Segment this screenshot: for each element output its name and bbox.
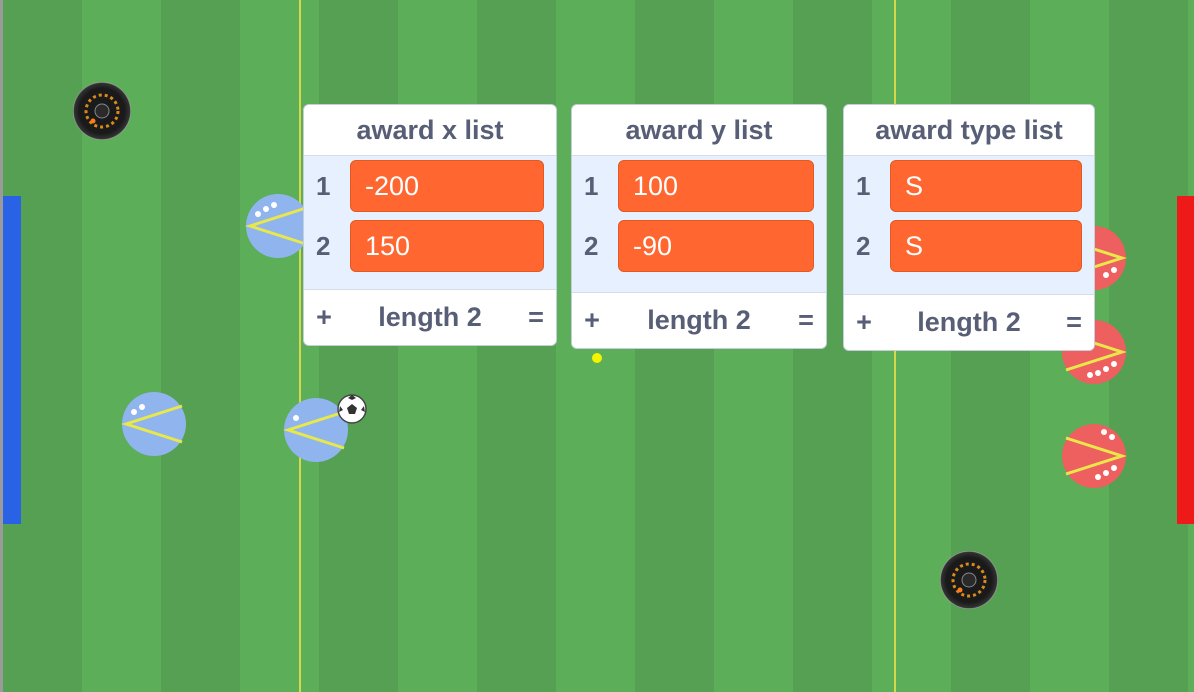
resize-handle[interactable]: = xyxy=(524,302,548,333)
list-item: 2 150 xyxy=(304,216,556,276)
list-item: 1 -200 xyxy=(304,156,556,216)
blue-player[interactable] xyxy=(120,390,188,458)
monitor-title: award y list xyxy=(572,105,826,156)
list-item: 1 S xyxy=(844,156,1094,216)
monitor-title: award type list xyxy=(844,105,1094,156)
item-value[interactable]: -200 xyxy=(350,160,544,212)
item-index: 1 xyxy=(584,171,599,201)
blue-goal xyxy=(3,196,21,524)
list-monitor-award-type[interactable]: award type list 1 S 2 S + length 2 = xyxy=(843,104,1095,351)
length-label: length 2 xyxy=(917,307,1021,337)
item-index: 2 xyxy=(584,231,599,261)
monitor-footer: + length 2 = xyxy=(304,289,556,345)
monitor-title: award x list xyxy=(304,105,556,156)
award-marker xyxy=(592,353,602,363)
item-value[interactable]: S xyxy=(890,160,1082,212)
list-item: 2 S xyxy=(844,216,1094,276)
red-player[interactable] xyxy=(1060,422,1128,490)
item-value[interactable]: S xyxy=(890,220,1082,272)
add-item-button[interactable]: + xyxy=(312,302,336,333)
length-label: length 2 xyxy=(378,302,482,332)
add-item-button[interactable]: + xyxy=(580,305,604,336)
length-label: length 2 xyxy=(647,305,751,335)
monitor-footer: + length 2 = xyxy=(844,294,1094,350)
soccer-ball-icon[interactable] xyxy=(337,394,367,424)
item-value[interactable]: -90 xyxy=(618,220,814,272)
item-index: 1 xyxy=(316,171,331,201)
blue-player[interactable] xyxy=(244,192,312,260)
record-badge-icon[interactable] xyxy=(940,551,998,609)
red-goal xyxy=(1177,196,1194,524)
resize-handle[interactable]: = xyxy=(1062,307,1086,338)
list-monitor-award-y[interactable]: award y list 1 100 2 -90 + length 2 = xyxy=(571,104,827,349)
monitor-footer: + length 2 = xyxy=(572,292,826,348)
item-index: 1 xyxy=(856,171,871,201)
add-item-button[interactable]: + xyxy=(852,307,876,338)
item-index: 2 xyxy=(316,231,331,261)
item-value[interactable]: 150 xyxy=(350,220,544,272)
game-stage[interactable]: award x list 1 -200 2 150 + length 2 = a… xyxy=(0,0,1194,692)
list-item: 1 100 xyxy=(572,156,826,216)
list-item: 2 -90 xyxy=(572,216,826,276)
record-badge-icon[interactable] xyxy=(73,82,131,140)
item-value[interactable]: 100 xyxy=(618,160,814,212)
item-index: 2 xyxy=(856,231,871,261)
list-monitor-award-x[interactable]: award x list 1 -200 2 150 + length 2 = xyxy=(303,104,557,346)
resize-handle[interactable]: = xyxy=(794,305,818,336)
field-line-left xyxy=(299,0,301,692)
